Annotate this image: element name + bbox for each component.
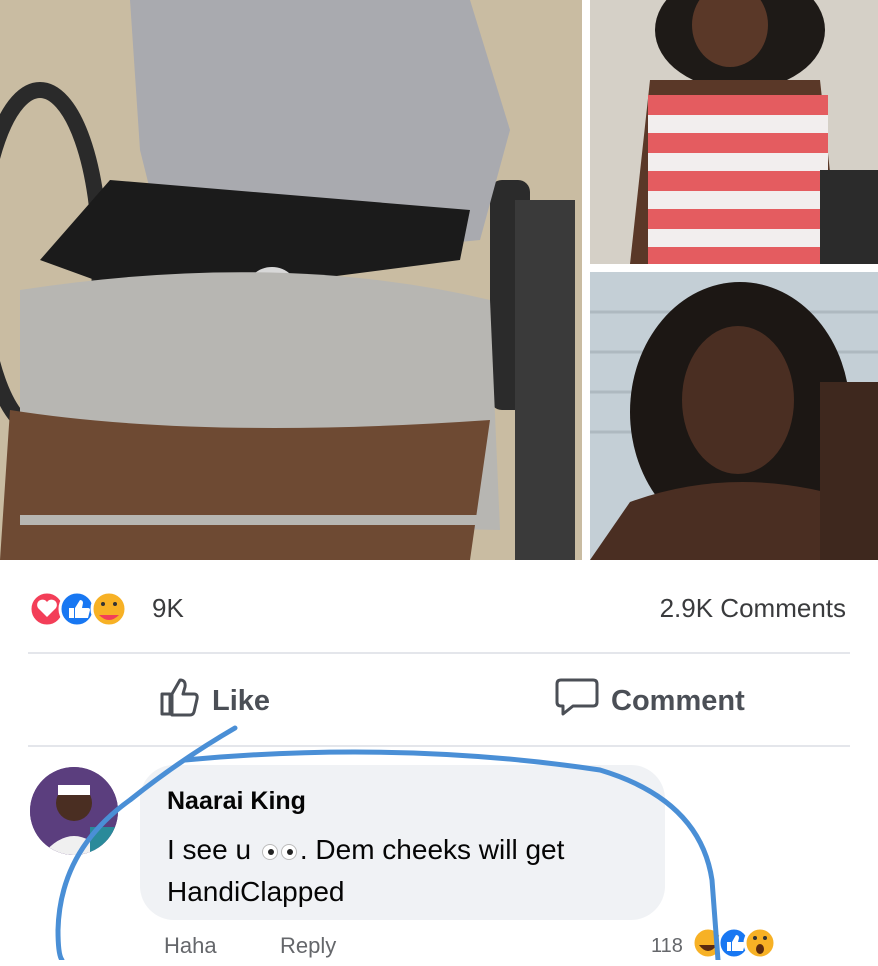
comment-reaction-count[interactable]: 118 [651,935,683,958]
like-label: Like [212,684,271,717]
comment-author[interactable]: Naarai King [167,787,306,816]
post-photo-top-right[interactable] [590,0,878,264]
post-photo-main[interactable] [0,0,582,560]
post-photo-grid [0,0,878,560]
comment-button[interactable]: Comment [555,676,745,726]
like-button[interactable]: Like [158,676,270,726]
comment-label: Comment [611,684,745,717]
reaction-icons-group[interactable] [27,589,147,629]
thumbs-up-icon [158,676,200,726]
post-photo-bottom-right[interactable] [590,272,878,560]
comment-item: Naarai King I see u . Dem cheeks will ge… [0,755,878,960]
comment-text: I see u . Dem cheeks will get HandiClapp… [167,829,647,913]
speech-bubble-icon [555,676,599,726]
comment-bubble: Naarai King I see u . Dem cheeks will ge… [140,765,665,920]
comments-count-link[interactable]: 2.9K Comments [660,593,846,624]
comment-reaction-icons[interactable] [690,925,840,961]
comment-text-start: I see u [167,834,259,865]
like-reaction-icon [58,590,96,628]
divider [28,745,850,747]
commenter-avatar[interactable] [30,767,118,855]
wow-reaction-icon [743,926,777,960]
reaction-count[interactable]: 9K [152,593,184,624]
eyes-emoji-icon [261,843,297,860]
haha-link[interactable]: Haha [164,933,217,959]
divider [28,652,850,654]
reply-link[interactable]: Reply [280,933,336,959]
care-reaction-icon [90,590,128,628]
post-reactions-summary[interactable]: 9K 2.9K Comments [0,575,878,645]
